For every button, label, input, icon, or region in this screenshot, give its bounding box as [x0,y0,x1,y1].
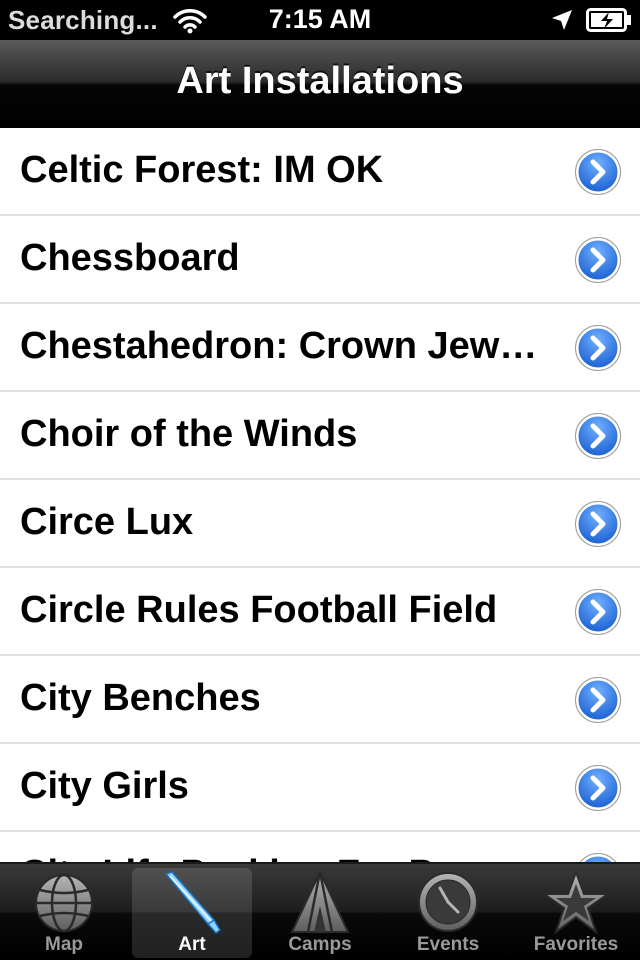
disclosure-button[interactable] [574,676,622,724]
star-icon [542,870,610,934]
tent-icon [290,870,350,933]
clock-icon [418,872,478,932]
list-item-label: Celtic Forest: IM OK [20,149,384,191]
list-item-label: City Life Peaking For Peace [20,850,540,862]
status-bar: Searching... 7:15 AM [0,0,640,40]
list-item[interactable]: Circle Rules Football Field [0,568,640,656]
disclosure-button[interactable] [574,324,622,372]
disclosure-button[interactable] [574,588,622,636]
disclosure-button[interactable] [574,852,622,862]
location-arrow-icon [552,10,572,30]
battery-charging-icon [586,8,631,32]
list-item-label: Circe Lux [20,501,194,543]
tab-camps[interactable]: Camps [260,868,380,958]
art-list[interactable]: Celtic Forest: IM OK Chessboard Chestahe… [0,128,640,862]
list-item[interactable]: Circe Lux [0,480,640,568]
list-item-label: Chestahedron: Crown Jewel of the Heart [20,325,540,367]
paintbrush-icon [164,871,221,934]
disclosure-button[interactable] [574,148,622,196]
globe-icon [35,873,93,933]
tab-map[interactable]: Map [4,868,124,958]
tab-bar: Map Art Camps Events Favorites [0,862,640,960]
status-right [550,6,632,34]
list-item[interactable]: City Life Peaking For Peace [0,832,640,862]
disclosure-button[interactable] [574,764,622,812]
tab-label: Map [45,934,83,955]
clock-label: 7:15 AM [268,4,372,34]
list-item[interactable]: City Girls [0,744,640,832]
list-item-label: Choir of the Winds [20,413,358,455]
tab-favorites[interactable]: Favorites [516,868,636,958]
tab-art[interactable]: Art [132,868,252,958]
disclosure-button[interactable] [574,500,622,548]
tab-events[interactable]: Events [388,868,508,958]
tab-label: Camps [288,934,352,955]
list-item[interactable]: Choir of the Winds [0,392,640,480]
navigation-bar: Art Installations [0,40,640,128]
list-item-label: City Girls [20,765,189,807]
list-item-label: City Benches [20,677,261,719]
tab-label: Events [416,934,480,955]
list-item[interactable]: Chessboard [0,216,640,304]
list-item-label: Circle Rules Football Field [20,589,498,631]
disclosure-button[interactable] [574,236,622,284]
list-item[interactable]: Celtic Forest: IM OK [0,128,640,216]
disclosure-button[interactable] [574,412,622,460]
page-title: Art Installations [176,60,464,102]
list-item-label: Chessboard [20,237,240,279]
list-item[interactable]: Chestahedron: Crown Jewel of the Heart [0,304,640,392]
tab-label: Art [178,934,206,955]
tab-label: Favorites [533,934,619,955]
list-item[interactable]: City Benches [0,656,640,744]
